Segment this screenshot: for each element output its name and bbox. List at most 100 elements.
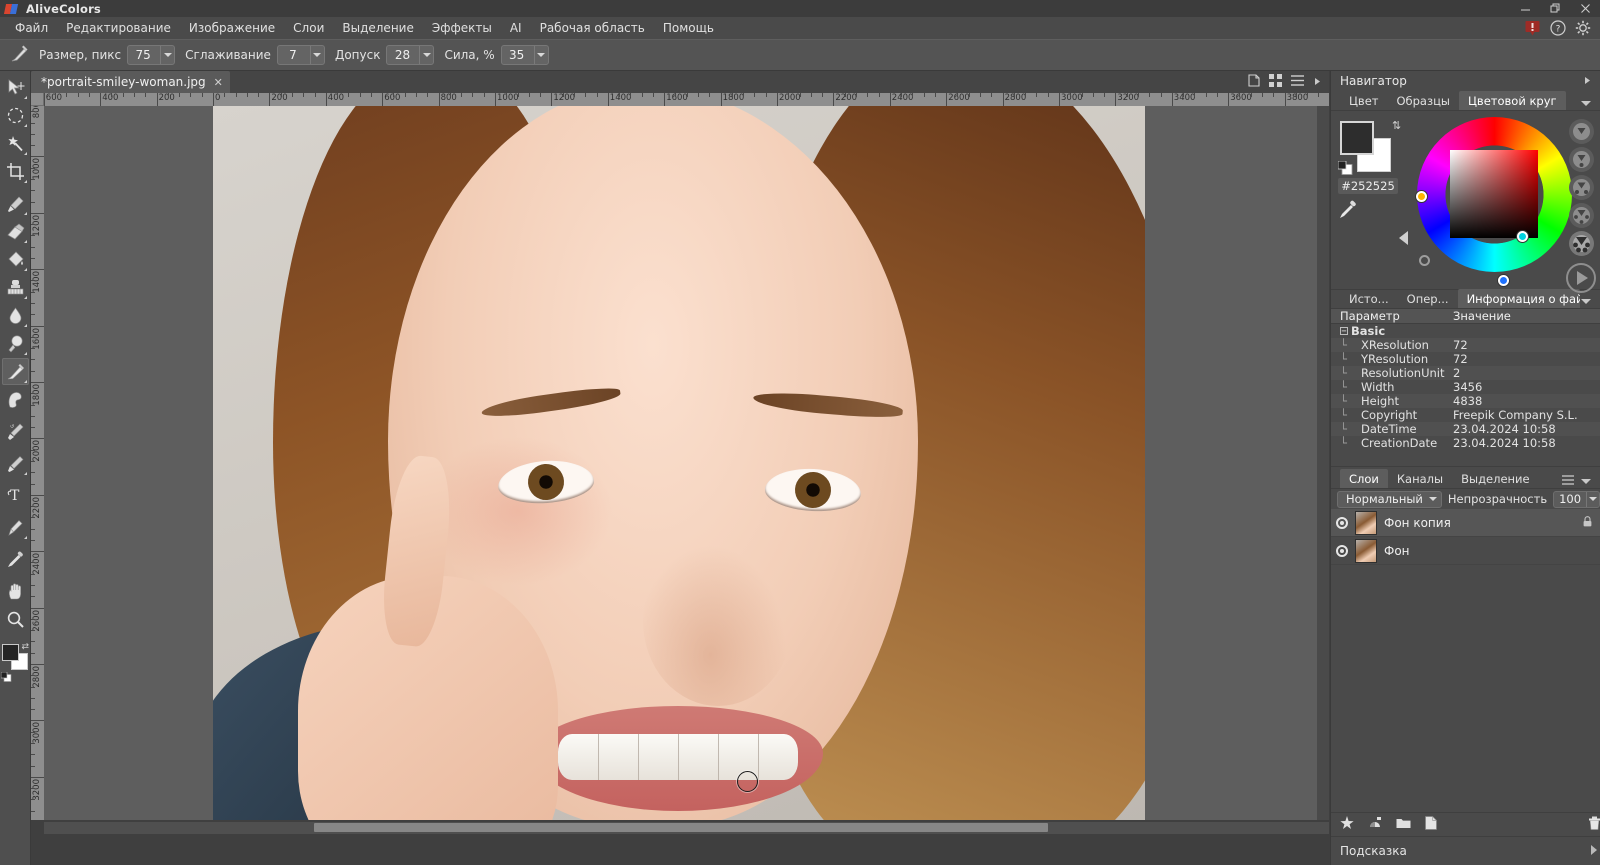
restore-icon[interactable]	[1540, 0, 1570, 17]
panel-hamburger-icon[interactable]	[1562, 474, 1574, 488]
table-row[interactable]: └ Copyright Freepik Company S.L.	[1331, 408, 1600, 422]
ruler-origin-corner[interactable]	[31, 93, 44, 106]
resize-grip-icon[interactable]	[1590, 844, 1598, 858]
foreground-color-swatch[interactable]	[2, 644, 19, 661]
add-adjustment-icon[interactable]	[1368, 816, 1382, 833]
hand-tool-icon[interactable]	[2, 578, 29, 605]
toolbar-color-swatches[interactable]: ⇄	[0, 642, 29, 682]
lock-icon[interactable]	[1583, 515, 1592, 530]
table-row[interactable]: − Basic	[1331, 324, 1600, 338]
move-tool-icon[interactable]	[2, 74, 29, 101]
size-input[interactable]: 75	[127, 45, 176, 65]
dodge-tool-icon[interactable]	[2, 330, 29, 357]
chevron-down-icon[interactable]	[1586, 491, 1599, 507]
tab-operations[interactable]: Опер...	[1398, 289, 1458, 308]
eye-icon[interactable]	[1336, 516, 1348, 529]
history-brush-tool-icon[interactable]: ↺	[2, 418, 29, 445]
menu-item-edit[interactable]: Редактирование	[57, 18, 180, 38]
tile-view-icon[interactable]	[1269, 74, 1282, 90]
tab-swatches[interactable]: Образцы	[1387, 91, 1459, 110]
blend-mode-select[interactable]: Нормальный	[1337, 490, 1442, 508]
list-view-icon[interactable]	[1291, 75, 1304, 89]
zoom-tool-icon[interactable]	[2, 606, 29, 633]
panel-menu-caret-icon[interactable]	[1581, 474, 1591, 488]
swap-colors-icon[interactable]: ⇄	[21, 642, 29, 652]
alert-book-icon[interactable]	[1524, 20, 1541, 36]
smoothing-input[interactable]: 7	[276, 45, 325, 65]
art-brush-tool-icon[interactable]	[2, 450, 29, 477]
opacity-input[interactable]: 100	[1553, 490, 1600, 508]
wheel-handle-secondary[interactable]	[1517, 231, 1528, 242]
swap-colors-icon[interactable]: ⇅	[1392, 119, 1401, 132]
eye-icon[interactable]	[1336, 544, 1348, 557]
stamp-tool-icon[interactable]	[2, 274, 29, 301]
vertical-ruler[interactable]: 800 1000 1200 1400 1600 1800 2000 2200 2400 2600 2…	[31, 106, 44, 820]
navigator-panel-header[interactable]: Навигатор	[1331, 71, 1600, 91]
wheel-handle-primary[interactable]	[1416, 191, 1427, 202]
chameleon-brush-tool-icon[interactable]	[2, 386, 29, 413]
new-group-icon[interactable]	[1396, 817, 1411, 832]
size-dropdown-icon[interactable]	[160, 46, 174, 64]
apply-harmony-icon[interactable]	[1566, 263, 1596, 293]
table-row[interactable]: └ DateTime 23.04.2024 10:58	[1331, 422, 1600, 436]
chevron-down-icon[interactable]	[1428, 497, 1437, 501]
harmony-custom-icon[interactable]	[1568, 231, 1594, 256]
new-layer-icon[interactable]	[1425, 815, 1437, 833]
table-row[interactable]: Фон копия	[1331, 509, 1600, 537]
menu-item-selection[interactable]: Выделение	[333, 18, 422, 38]
gear-icon[interactable]	[1575, 20, 1591, 36]
panel-menu-caret-icon[interactable]	[1581, 96, 1591, 110]
crop-tool-icon[interactable]	[2, 158, 29, 185]
strength-input[interactable]: 35	[500, 45, 549, 65]
horizontal-scroll-thumb[interactable]	[314, 823, 1048, 832]
panel-collapse-icon[interactable]	[1313, 75, 1322, 89]
tab-selection[interactable]: Выделение	[1452, 469, 1539, 488]
tab-history[interactable]: Исто...	[1340, 289, 1398, 308]
brush-tool-icon[interactable]	[2, 190, 29, 217]
eyedropper-icon[interactable]	[1339, 200, 1358, 223]
color-swatches[interactable]: ⇅	[1337, 119, 1401, 175]
harmony-complementary-icon[interactable]	[1568, 147, 1594, 172]
horizontal-ruler[interactable]: 600 400 200 0 200 400 600 800 1000 1200 1400 1600 18…	[31, 93, 1329, 106]
tolerance-dropdown-icon[interactable]	[419, 46, 433, 64]
paint-bucket-tool-icon[interactable]	[2, 246, 29, 273]
table-row[interactable]: └ Width 3456	[1331, 380, 1600, 394]
wheel-handle-tertiary[interactable]	[1498, 275, 1509, 286]
eyedropper-tool-icon[interactable]	[2, 546, 29, 573]
canvas-area[interactable]	[44, 106, 1329, 820]
foreground-color-swatch[interactable]	[1340, 121, 1374, 155]
tab-file-info[interactable]: Информация о файл	[1457, 289, 1580, 308]
elliptical-marquee-tool-icon[interactable]	[2, 102, 29, 129]
tab-layers[interactable]: Слои	[1340, 469, 1388, 488]
document-tab[interactable]: *portrait-smiley-woman.jpg ✕	[31, 71, 230, 93]
menu-item-file[interactable]: Файл	[6, 18, 57, 38]
tolerance-input[interactable]: 28	[386, 45, 435, 65]
close-icon[interactable]	[1570, 0, 1600, 17]
eraser-tool-icon[interactable]	[2, 218, 29, 245]
table-row[interactable]: └ Height 4838	[1331, 394, 1600, 408]
table-row[interactable]: └ XResolution 72	[1331, 338, 1600, 352]
table-row[interactable]: └ CreationDate 23.04.2024 10:58	[1331, 436, 1600, 450]
strength-dropdown-icon[interactable]	[533, 46, 548, 64]
menu-item-image[interactable]: Изображение	[180, 18, 284, 38]
tab-color[interactable]: Цвет	[1340, 91, 1387, 110]
tree-collapse-icon[interactable]: −	[1340, 327, 1348, 335]
help-icon[interactable]: ?	[1550, 20, 1566, 36]
canvas-horizontal-scrollbar[interactable]	[44, 822, 1329, 834]
table-row[interactable]: └ YResolution 72	[1331, 352, 1600, 366]
menu-item-workspace[interactable]: Рабочая область	[531, 18, 654, 38]
table-row[interactable]: Фон	[1331, 537, 1600, 565]
hex-color-field[interactable]: #252525	[1338, 178, 1398, 194]
pen-tool-icon[interactable]	[2, 514, 29, 541]
harmony-monochrome-icon[interactable]	[1568, 119, 1594, 144]
panel-menu-caret-icon[interactable]	[1581, 294, 1591, 308]
default-colors-icon[interactable]	[1337, 160, 1353, 175]
harmony-triad-icon[interactable]	[1568, 175, 1594, 200]
delete-layer-icon[interactable]	[1588, 816, 1600, 833]
default-colors-icon[interactable]	[0, 671, 12, 682]
smudge-tool-icon[interactable]	[1, 358, 29, 385]
canvas-vertical-scrollbar[interactable]	[1317, 106, 1329, 820]
menu-item-effects[interactable]: Эффекты	[423, 18, 501, 38]
single-view-icon[interactable]	[1248, 74, 1260, 90]
smoothing-dropdown-icon[interactable]	[309, 46, 324, 64]
